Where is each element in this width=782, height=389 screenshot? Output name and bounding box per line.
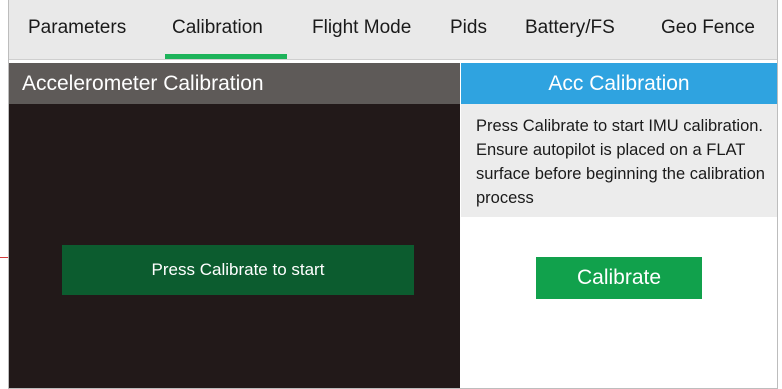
tab-parameters[interactable]: Parameters bbox=[28, 17, 126, 41]
active-tab-indicator bbox=[165, 54, 287, 59]
acc-calibration-title: Acc Calibration bbox=[461, 63, 777, 104]
tab-pids[interactable]: Pids bbox=[450, 17, 487, 41]
accelerometer-calibration-title: Accelerometer Calibration bbox=[9, 63, 460, 104]
tab-bar: Parameters Calibration Flight Mode Pids … bbox=[9, 0, 777, 60]
calibration-instructions: Press Calibrate to start IMU calibration… bbox=[461, 104, 777, 217]
accelerometer-calibration-panel: Accelerometer Calibration Press Calibrat… bbox=[9, 63, 460, 388]
edge-marker bbox=[0, 257, 8, 258]
app-window: Parameters Calibration Flight Mode Pids … bbox=[8, 0, 778, 389]
calibration-status-message: Press Calibrate to start bbox=[62, 245, 414, 295]
tab-calibration[interactable]: Calibration bbox=[172, 17, 263, 41]
acc-calibration-panel: Acc Calibration Press Calibrate to start… bbox=[461, 63, 777, 388]
tab-flight-mode[interactable]: Flight Mode bbox=[312, 17, 411, 41]
tab-geo-fence[interactable]: Geo Fence bbox=[661, 17, 755, 41]
tab-battery-fs[interactable]: Battery/FS bbox=[525, 17, 615, 41]
calibrate-button[interactable]: Calibrate bbox=[536, 257, 702, 299]
